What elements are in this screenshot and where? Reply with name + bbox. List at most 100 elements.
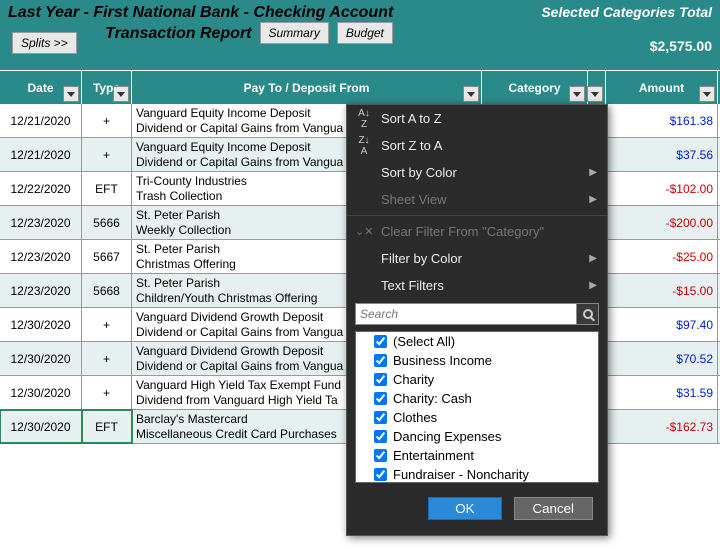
sort-az-label: Sort A to Z	[381, 111, 442, 126]
chevron-right-icon: ▶	[589, 194, 597, 205]
cell-amount[interactable]: $37.56	[606, 138, 718, 171]
filter-item-label: Dancing Expenses	[393, 429, 501, 444]
cell-date[interactable]: 12/21/2020	[0, 104, 82, 137]
filter-checkbox[interactable]	[374, 354, 387, 367]
col-header-date: Date	[0, 71, 82, 104]
cell-type[interactable]: 5668	[82, 274, 132, 307]
ok-button[interactable]: OK	[428, 497, 501, 520]
cell-amount[interactable]: $97.40	[606, 308, 718, 341]
cell-date[interactable]: 12/22/2020	[0, 172, 82, 205]
sort-za-label: Sort Z to A	[381, 138, 442, 153]
separator	[347, 215, 607, 216]
filter-item-label: Business Income	[393, 353, 492, 368]
cell-amount[interactable]: -$200.00	[606, 206, 718, 239]
search-icon[interactable]	[577, 303, 599, 325]
column-headers: Date Type Pay To / Deposit From Category…	[0, 70, 720, 104]
filter-button-check[interactable]	[587, 86, 603, 102]
cell-type[interactable]: +	[82, 104, 132, 137]
filter-checkbox[interactable]	[374, 430, 387, 443]
cell-type[interactable]: +	[82, 138, 132, 171]
filter-check-item[interactable]: (Select All)	[356, 332, 598, 351]
cell-amount[interactable]: $161.38	[606, 104, 718, 137]
text-filters[interactable]: Text Filters ▶	[347, 272, 607, 299]
clear-filter-label: Clear Filter From "Category"	[381, 224, 544, 239]
cell-type[interactable]: EFT	[82, 172, 132, 205]
col-header-amount: Amount	[606, 71, 718, 104]
filter-item-label: Charity: Cash	[393, 391, 472, 406]
cell-amount[interactable]: $31.59	[606, 376, 718, 409]
cell-date[interactable]: 12/30/2020	[0, 410, 82, 443]
filter-button-amount[interactable]	[699, 86, 715, 102]
filter-color-label: Filter by Color	[381, 251, 462, 266]
filter-checkbox[interactable]	[374, 335, 387, 348]
cell-date[interactable]: 12/30/2020	[0, 376, 82, 409]
col-header-category: Category	[482, 71, 588, 104]
filter-search-input[interactable]	[355, 303, 577, 325]
filter-checkbox[interactable]	[374, 373, 387, 386]
col-header-payto-label: Pay To / Deposit From	[244, 81, 370, 95]
cell-type[interactable]: +	[82, 308, 132, 341]
sort-z-to-a[interactable]: Z↓A Sort Z to A	[347, 132, 607, 159]
cell-type[interactable]: +	[82, 342, 132, 375]
cell-type[interactable]: +	[82, 376, 132, 409]
filter-checkbox[interactable]	[374, 468, 387, 481]
cell-type[interactable]: 5666	[82, 206, 132, 239]
col-header-date-label: Date	[27, 81, 53, 95]
sort-a-to-z[interactable]: A↓Z Sort A to Z	[347, 105, 607, 132]
report-title-line1: Last Year - First National Bank - Checki…	[8, 4, 490, 22]
chevron-right-icon: ▶	[589, 167, 597, 178]
clear-filter-icon: ⌄✕	[355, 225, 373, 238]
cell-date[interactable]: 12/23/2020	[0, 240, 82, 273]
budget-button[interactable]: Budget	[337, 22, 393, 44]
cell-type[interactable]: 5667	[82, 240, 132, 273]
col-header-category-label: Category	[508, 81, 560, 95]
cell-date[interactable]: 12/23/2020	[0, 206, 82, 239]
sort-color-label: Sort by Color	[381, 165, 457, 180]
cell-amount[interactable]: -$15.00	[606, 274, 718, 307]
filter-by-color[interactable]: Filter by Color ▶	[347, 245, 607, 272]
col-header-check	[588, 71, 606, 104]
summary-button[interactable]: Summary	[260, 22, 329, 44]
cell-type[interactable]: EFT	[82, 410, 132, 443]
cancel-button[interactable]: Cancel	[514, 497, 594, 520]
filter-button-category[interactable]	[569, 86, 585, 102]
sheet-view-label: Sheet View	[381, 192, 447, 207]
sort-az-icon: A↓Z	[355, 108, 373, 130]
report-header: Last Year - First National Bank - Checki…	[0, 0, 720, 70]
cell-amount[interactable]: -$25.00	[606, 240, 718, 273]
splits-button[interactable]: Splits >>	[12, 32, 77, 54]
filter-button-payto[interactable]	[463, 86, 479, 102]
sort-by-color[interactable]: Sort by Color ▶	[347, 159, 607, 186]
filter-check-item[interactable]: Fundraiser - Noncharity	[356, 465, 598, 483]
cell-date[interactable]: 12/23/2020	[0, 274, 82, 307]
col-header-type: Type	[82, 71, 132, 104]
sheet-view: Sheet View ▶	[347, 186, 607, 213]
filter-button-date[interactable]	[63, 86, 79, 102]
cell-date[interactable]: 12/30/2020	[0, 342, 82, 375]
text-filters-label: Text Filters	[381, 278, 444, 293]
cell-amount[interactable]: -$102.00	[606, 172, 718, 205]
cell-date[interactable]: 12/30/2020	[0, 308, 82, 341]
filter-item-label: Charity	[393, 372, 434, 387]
filter-item-label: Clothes	[393, 410, 437, 425]
filter-check-item[interactable]: Business Income	[356, 351, 598, 370]
cell-date[interactable]: 12/21/2020	[0, 138, 82, 171]
filter-checkbox[interactable]	[374, 411, 387, 424]
filter-checkbox[interactable]	[374, 449, 387, 462]
filter-check-item[interactable]: Charity	[356, 370, 598, 389]
filter-check-item[interactable]: Entertainment	[356, 446, 598, 465]
col-header-amount-label: Amount	[639, 81, 684, 95]
cell-amount[interactable]: $70.52	[606, 342, 718, 375]
report-title-line2: Transaction Report	[105, 25, 251, 43]
filter-checkbox[interactable]	[374, 392, 387, 405]
filter-check-item[interactable]: Dancing Expenses	[356, 427, 598, 446]
filter-item-label: Fundraiser - Noncharity	[393, 467, 529, 482]
filter-check-item[interactable]: Clothes	[356, 408, 598, 427]
filter-check-item[interactable]: Charity: Cash	[356, 389, 598, 408]
clear-filter: ⌄✕ Clear Filter From "Category"	[347, 218, 607, 245]
filter-checklist[interactable]: (Select All) Business Income Charity Charit…	[355, 331, 599, 483]
cell-amount[interactable]: -$162.73	[606, 410, 718, 443]
filter-button-type[interactable]	[113, 86, 129, 102]
filter-item-label: (Select All)	[393, 334, 455, 349]
selected-categories-label: Selected Categories Total	[490, 4, 712, 20]
